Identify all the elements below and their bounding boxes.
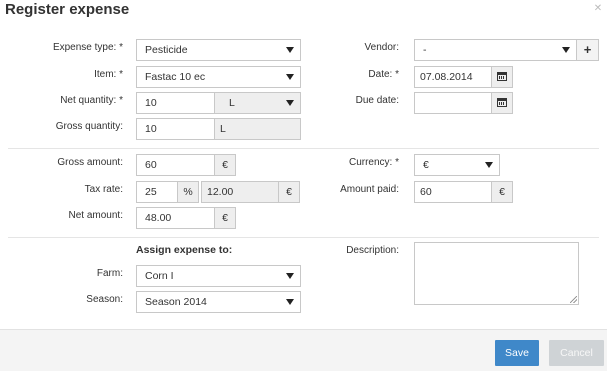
- farm-value: Corn I: [145, 270, 174, 282]
- dialog-footer: Save Cancel: [0, 329, 607, 371]
- currency-label: Currency: *: [348, 157, 399, 168]
- chevron-down-icon: [485, 162, 493, 168]
- vendor-label: Vendor:: [364, 42, 399, 53]
- amount-paid-label: Amount paid:: [340, 184, 399, 195]
- expense-type-value: Pesticide: [145, 44, 188, 56]
- amount-paid-input[interactable]: 60: [414, 181, 492, 203]
- tax-rate-unit: %: [177, 181, 199, 203]
- tax-rate-label: Tax rate:: [84, 184, 123, 195]
- gross-quantity-unit: L: [214, 118, 301, 140]
- dialog-title: Register expense: [5, 1, 130, 18]
- net-quantity-unit-select[interactable]: L: [214, 92, 301, 114]
- farm-select[interactable]: Corn I: [136, 265, 301, 287]
- dialog-header: Register expense ✕: [0, 0, 607, 24]
- amount-paid-currency: €: [491, 181, 513, 203]
- close-icon[interactable]: ✕: [592, 3, 604, 15]
- chevron-down-icon: [562, 47, 570, 53]
- item-value: Fastac 10 ec: [145, 71, 206, 83]
- divider: [8, 237, 599, 238]
- season-label: Season:: [86, 294, 123, 305]
- add-vendor-button[interactable]: +: [576, 39, 599, 61]
- date-label: Date: *: [368, 69, 399, 80]
- divider: [8, 148, 599, 149]
- net-amount-input[interactable]: 48.00: [136, 207, 215, 229]
- tax-amount-currency: €: [278, 181, 300, 203]
- description-label: Description:: [346, 245, 399, 256]
- item-label: Item: *: [94, 69, 123, 80]
- farm-label: Farm:: [96, 268, 123, 279]
- save-button[interactable]: Save: [495, 340, 539, 366]
- register-expense-dialog: Register expense ✕ Expense type: * Pesti…: [0, 0, 607, 371]
- gross-amount-input[interactable]: 60: [136, 154, 215, 176]
- net-amount-currency: €: [214, 207, 236, 229]
- expense-type-select[interactable]: Pesticide: [136, 39, 301, 61]
- item-select[interactable]: Fastac 10 ec: [136, 66, 301, 88]
- due-date-label: Due date:: [355, 95, 399, 106]
- net-amount-label: Net amount:: [68, 210, 123, 221]
- vendor-value: -: [423, 44, 427, 56]
- due-date-input[interactable]: [414, 92, 492, 114]
- net-quantity-input[interactable]: 10: [136, 92, 215, 114]
- season-value: Season 2014: [145, 296, 207, 308]
- calendar-icon: [497, 98, 507, 107]
- gross-amount-currency: €: [214, 154, 236, 176]
- resize-handle[interactable]: [570, 296, 577, 303]
- expense-type-label: Expense type: *: [52, 42, 123, 53]
- due-date-calendar-button[interactable]: [491, 92, 513, 114]
- chevron-down-icon: [286, 100, 294, 106]
- tax-rate-input[interactable]: 25: [136, 181, 178, 203]
- vendor-select[interactable]: -: [414, 39, 577, 61]
- net-quantity-unit-value: L: [229, 97, 235, 109]
- chevron-down-icon: [286, 299, 294, 305]
- currency-select[interactable]: €: [414, 154, 500, 176]
- chevron-down-icon: [286, 74, 294, 80]
- season-select[interactable]: Season 2014: [136, 291, 301, 313]
- chevron-down-icon: [286, 273, 294, 279]
- chevron-down-icon: [286, 47, 294, 53]
- date-calendar-button[interactable]: [491, 66, 513, 88]
- cancel-button[interactable]: Cancel: [549, 340, 604, 366]
- net-quantity-label: Net quantity: *: [60, 95, 123, 106]
- date-input[interactable]: 07.08.2014: [414, 66, 492, 88]
- assign-expense-heading: Assign expense to:: [136, 244, 233, 256]
- gross-amount-label: Gross amount:: [57, 157, 123, 168]
- currency-value: €: [423, 159, 429, 171]
- tax-amount-field: 12.00: [201, 181, 279, 203]
- gross-quantity-label: Gross quantity:: [55, 121, 123, 132]
- description-textarea[interactable]: [414, 242, 579, 305]
- gross-quantity-input[interactable]: 10: [136, 118, 215, 140]
- calendar-icon: [497, 72, 507, 81]
